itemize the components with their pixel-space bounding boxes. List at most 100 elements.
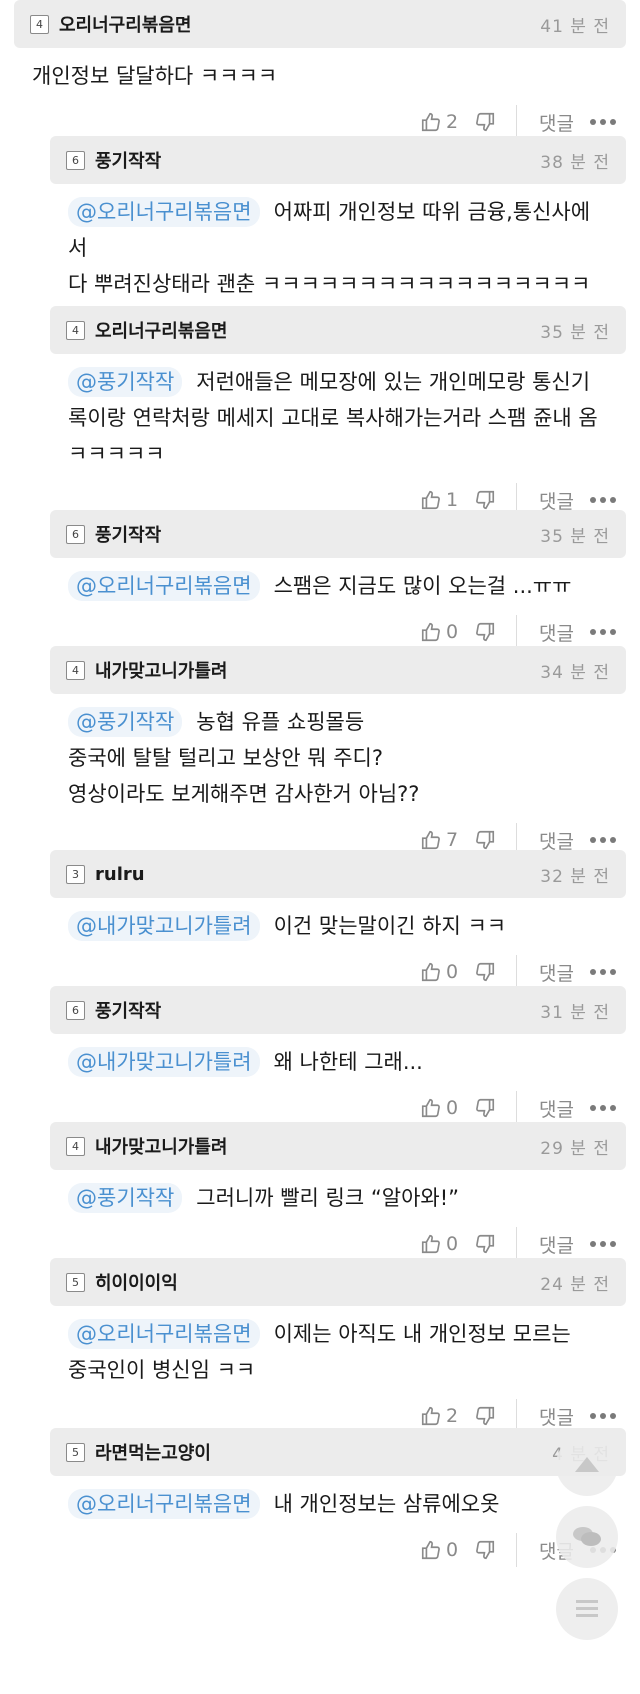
thumbs-up-icon [420, 829, 442, 851]
reply-button[interactable]: 댓글 [539, 959, 574, 986]
comment-header: 4 오리너구리볶음면 41 분 전 [14, 0, 626, 48]
like-button[interactable]: 2 [420, 1405, 474, 1427]
user-level-badge: 5 [66, 1272, 85, 1292]
comment-author[interactable]: 오리너구리볶음면 [95, 317, 540, 343]
comment-text: 농협 유플 쇼핑몰등 [196, 710, 365, 734]
like-count: 2 [446, 1405, 459, 1427]
thumbs-up-icon [420, 1539, 442, 1561]
comment-item: 4 내가맞고니가틀려 29 분 전 @풍기작작 그러니까 빨리 링크 “알아와!” 0 댓글 [50, 1122, 626, 1272]
reply-button[interactable]: 댓글 [539, 109, 574, 136]
dislike-button[interactable] [474, 489, 496, 511]
comment-text-line: 영상이라도 보게해주면 감사한거 아님?? [68, 782, 420, 806]
comments-button[interactable] [556, 1506, 618, 1568]
comment-author[interactable]: 풍기작작 [95, 147, 540, 173]
mention-tag[interactable]: @풍기작작 [68, 367, 183, 397]
mention-tag[interactable]: @풍기작작 [68, 1183, 183, 1213]
dislike-button[interactable] [474, 621, 496, 643]
like-button[interactable]: 1 [420, 489, 474, 511]
thumbs-up-icon [420, 961, 442, 983]
mention-tag[interactable]: @오리너구리볶음면 [68, 571, 260, 601]
dislike-button[interactable] [474, 1405, 496, 1427]
scroll-top-button[interactable] [556, 1434, 618, 1496]
comment-body: @오리너구리볶음면 어짜피 개인정보 따위 금융,통신사에서 다 뿌려진상태라 괜춘… [50, 184, 626, 302]
like-button[interactable]: 0 [420, 961, 474, 983]
comment-body: @내가맞고니가틀려 이건 맞는말이긴 하지 ㅋㅋ [50, 898, 626, 944]
comment-text-line: ㅋㅋㅋㅋㅋ [68, 442, 165, 466]
comment-item: 6 풍기작작 31 분 전 @내가맞고니가틀려 왜 나한테 그래... 0 댓글 [50, 986, 626, 1136]
comment-actions: 0 댓글 [50, 1522, 626, 1578]
comments-icon [573, 1527, 601, 1546]
dislike-button[interactable] [474, 1097, 496, 1119]
like-button[interactable]: 2 [420, 111, 474, 133]
comment-text: 이건 맞는말이긴 하지 ㅋㅋ [273, 914, 507, 938]
comment-author[interactable]: 오리너구리볶음면 [59, 11, 540, 37]
list-button[interactable] [556, 1578, 618, 1640]
comment-text-line: 다 뿌려진상태라 괜춘 ㅋㅋㅋㅋㅋㅋㅋㅋㅋㅋㅋㅋㅋㅋㅋㅋㅋ [68, 272, 591, 296]
dislike-button[interactable] [474, 829, 496, 851]
list-icon [576, 1600, 598, 1617]
dislike-button[interactable] [474, 111, 496, 133]
reply-button[interactable]: 댓글 [539, 619, 574, 646]
comment-time: 35 분 전 [540, 526, 610, 547]
comment-author[interactable]: 내가맞고니가틀려 [95, 1133, 540, 1159]
comment-item: 5라면먹는고양이4 분 전@오리너구리볶음면내 개인정보는 삼류에오옷0댓글 [50, 1428, 626, 1578]
comment-header: 4 내가맞고니가틀려 34 분 전 [50, 646, 626, 694]
reply-button[interactable]: 댓글 [539, 1095, 574, 1122]
more-options-icon[interactable] [590, 837, 616, 843]
comment-author[interactable]: 풍기작작 [95, 997, 540, 1023]
comment-author[interactable]: 내가맞고니가틀려 [95, 657, 540, 683]
divider [516, 1227, 518, 1261]
like-count: 1 [446, 489, 459, 511]
divider [516, 105, 518, 139]
like-button[interactable]: 0 [420, 1097, 474, 1119]
divider [516, 1533, 518, 1567]
dislike-button[interactable] [474, 1539, 496, 1561]
like-count: 2 [446, 111, 459, 133]
dislike-button[interactable] [474, 961, 496, 983]
comment-time: 34 분 전 [540, 662, 610, 683]
more-options-icon[interactable] [590, 1413, 616, 1419]
dislike-button[interactable] [474, 1233, 496, 1255]
comment-body: @풍기작작 그러니까 빨리 링크 “알아와!” [50, 1170, 626, 1216]
mention-tag[interactable]: @오리너구리볶음면 [68, 1319, 260, 1349]
comment-header: 3 rulru 32 분 전 [50, 850, 626, 898]
mention-tag[interactable]: @오리너구리볶음면 [68, 1489, 260, 1519]
comment-text: 이제는 아직도 내 개인정보 모르는 [273, 1322, 571, 1346]
more-options-icon[interactable] [590, 629, 616, 635]
comment-text-line: 중국에 탈탈 털리고 보상안 뭐 주디? [68, 746, 384, 770]
more-options-icon[interactable] [590, 497, 616, 503]
user-level-badge: 4 [66, 660, 85, 680]
comment-author[interactable]: rulru [95, 864, 540, 885]
comment-body: @풍기작작 저런애들은 메모장에 있는 개인메모랑 통신기 록이랑 연락처랑 메세지… [50, 354, 626, 472]
comment-item: 4 내가맞고니가틀려 34 분 전 @풍기작작 농협 유플 쇼핑몰등중국에 탈탈 털리고… [50, 646, 626, 868]
like-count: 7 [446, 829, 459, 851]
more-options-icon[interactable] [590, 1105, 616, 1111]
mention-tag[interactable]: @내가맞고니가틀려 [68, 1047, 260, 1077]
comment-text: 그러니까 빨리 링크 “알아와!” [196, 1186, 460, 1210]
user-level-badge: 3 [66, 864, 85, 884]
thumbs-down-icon [474, 829, 496, 851]
comment-item: 4 오리너구리볶음면 35 분 전 @풍기작작 저런애들은 메모장에 있는 개인메모랑 … [50, 306, 626, 528]
like-button[interactable]: 0 [420, 1233, 474, 1255]
mention-tag[interactable]: @내가맞고니가틀려 [68, 911, 260, 941]
more-options-icon[interactable] [590, 969, 616, 975]
more-options-icon[interactable] [590, 119, 616, 125]
comment-author[interactable]: 라면먹는고양이 [95, 1439, 552, 1465]
comment-text: 내 개인정보는 삼류에오옷 [273, 1492, 500, 1516]
like-button[interactable]: 0 [420, 621, 474, 643]
more-options-icon[interactable] [590, 1241, 616, 1247]
mention-tag[interactable]: @오리너구리볶음면 [68, 197, 260, 227]
reply-button[interactable]: 댓글 [539, 1231, 574, 1258]
comment-author[interactable]: 풍기작작 [95, 521, 540, 547]
mention-tag[interactable]: @풍기작작 [68, 707, 183, 737]
comment-author[interactable]: 히이이이익 [95, 1269, 540, 1295]
reply-button[interactable]: 댓글 [539, 1403, 574, 1430]
like-button[interactable]: 7 [420, 829, 474, 851]
comment-body: @풍기작작 농협 유플 쇼핑몰등중국에 탈탈 털리고 보상안 뭐 주디? 영상이라도… [50, 694, 626, 812]
comment-time: 32 분 전 [540, 866, 610, 887]
comment-header: 5 히이이이익 24 분 전 [50, 1258, 626, 1306]
comment-item: 4 오리너구리볶음면 41 분 전 개인정보 달달하다 ㅋㅋㅋㅋ 2 댓글 [14, 0, 626, 150]
like-button[interactable]: 0 [420, 1539, 474, 1561]
thumbs-up-icon [420, 1405, 442, 1427]
thumbs-down-icon [474, 1539, 496, 1561]
